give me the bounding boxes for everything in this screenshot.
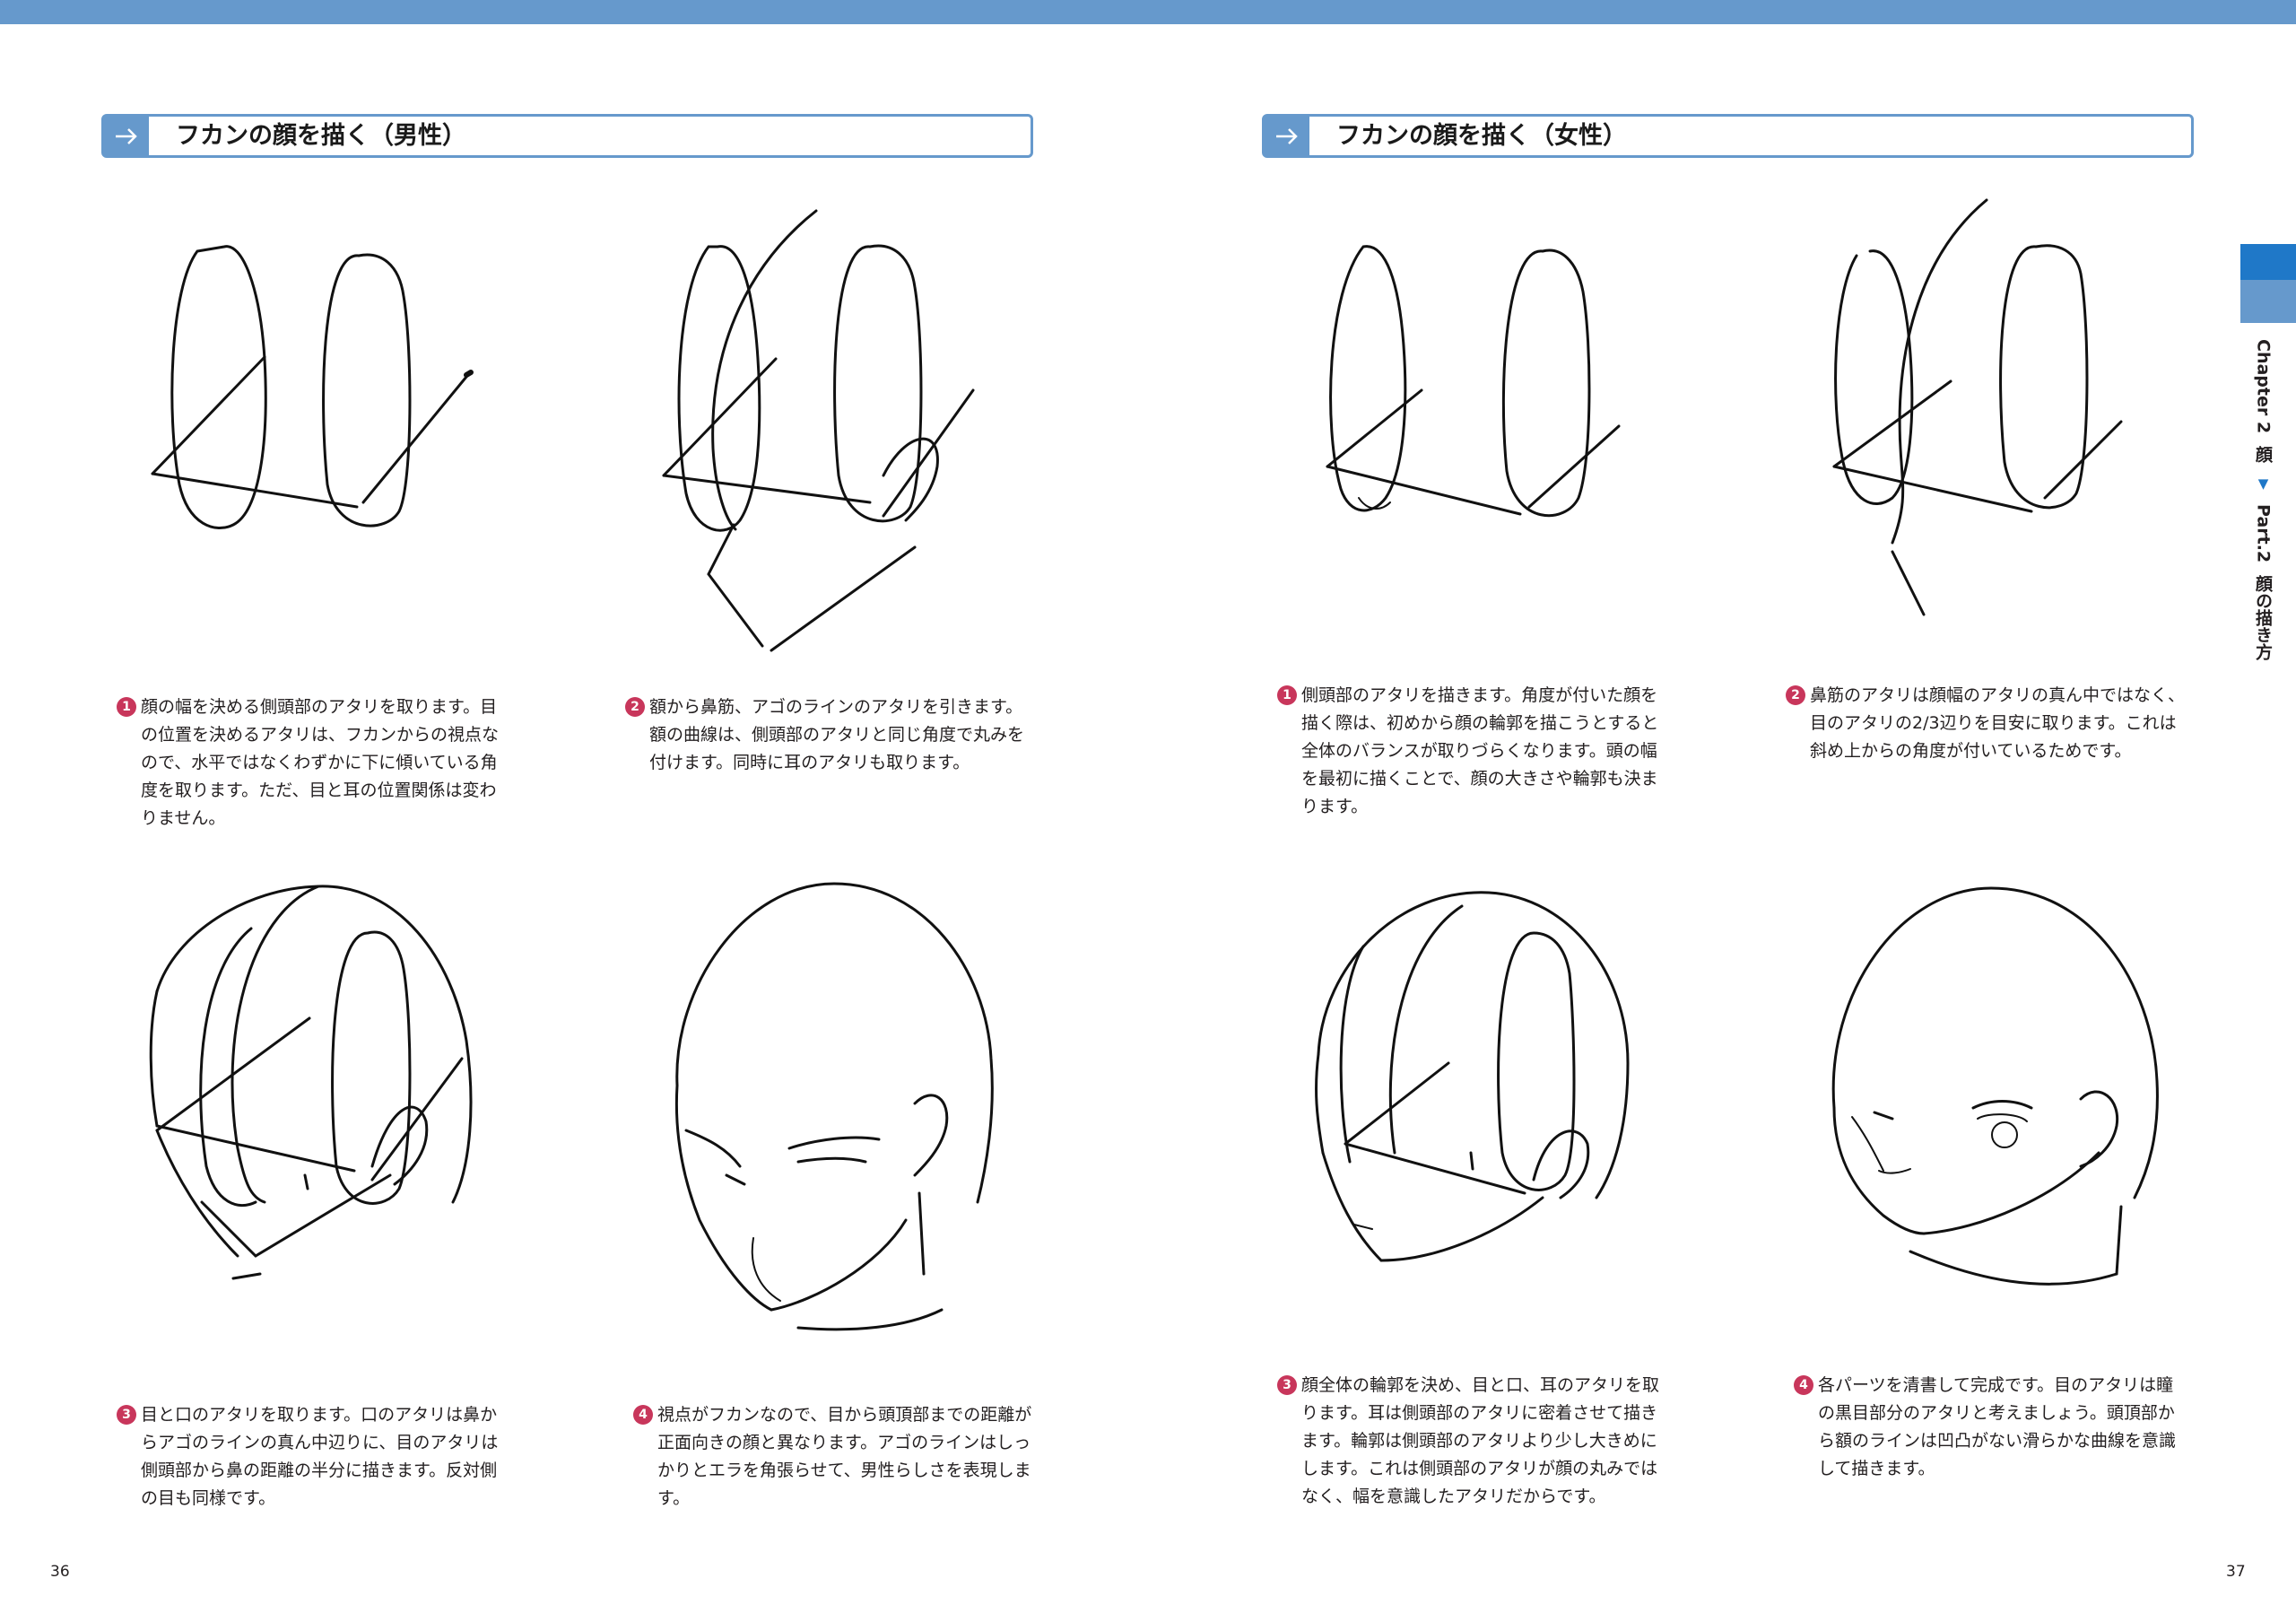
triangle-down-icon: ▼: [2255, 475, 2272, 493]
part-label: Part.2: [2253, 504, 2274, 563]
step-text: 目と口のアタリを取ります。口のアタリは鼻からアゴのラインの真ん中辺りに、目のアタ…: [141, 1405, 499, 1508]
step-number-badge: 4: [633, 1405, 653, 1425]
top-color-bar: [0, 0, 2296, 24]
step-caption: 3 顔全体の輪郭を決め、目と口、耳のアタリを取ります。耳は側頭部のアタリに密着さ…: [1277, 1372, 1672, 1511]
sketch-female-step-2: [1821, 193, 2161, 632]
step-text: 視点がフカンなので、目から頭頂部までの距離が正面向きの顔と異なります。アゴのライ…: [657, 1405, 1032, 1508]
chapter-tab-marker: [2240, 244, 2296, 280]
step-text: 鼻筋のアタリは顔幅のアタリの真ん中ではなく、目のアタリの2/3辺りを目安に取りま…: [1810, 685, 2186, 761]
step-caption: 4 視点がフカンなので、目から頭頂部までの距離が正面向きの顔と異なります。アゴの…: [633, 1401, 1032, 1513]
step-text: 各パーツを清書して完成です。目のアタリは瞳の黒目部分のアタリと考えましょう。頭頂…: [1818, 1375, 2177, 1478]
arrow-right-icon: [1265, 117, 1309, 155]
chapter-tab-marker-light: [2240, 280, 2296, 323]
section-header-male: フカンの顔を描く（男性）: [101, 114, 1033, 158]
step-number-badge: 1: [117, 697, 136, 717]
step-number-badge: 1: [1277, 685, 1297, 705]
section-title: フカンの顔を描く（女性）: [1336, 122, 1627, 150]
step-number-badge: 2: [625, 697, 645, 717]
step-number-badge: 3: [117, 1405, 136, 1425]
sketch-male-step-1: [144, 215, 484, 547]
step-caption: 2 鼻筋のアタリは顔幅のアタリの真ん中ではなく、目のアタリの2/3辺りを目安に取…: [1786, 682, 2189, 765]
step-caption: 4 各パーツを清書して完成です。目のアタリは瞳の黒目部分のアタリと考えましょう。…: [1794, 1372, 2188, 1483]
sketch-male-step-4: [655, 879, 996, 1373]
sketch-male-step-3: [139, 879, 489, 1337]
step-text: 額から鼻筋、アゴのラインのアタリを引きます。額の曲線は、側頭部のアタリと同じ角度…: [649, 697, 1025, 772]
chapter-label: Chapter 2: [2253, 339, 2274, 434]
page-number: 36: [50, 1563, 70, 1581]
chapter-name: 顔: [2253, 446, 2273, 464]
step-text: 顔全体の輪郭を決め、目と口、耳のアタリを取ります。耳は側頭部のアタリに密着させて…: [1301, 1375, 1660, 1506]
section-title: フカンの顔を描く（男性）: [176, 122, 466, 150]
step-caption: 1 顔の幅を決める側頭部のアタリを取ります。目の位置を決めるアタリは、フカンから…: [117, 693, 511, 833]
part-name: 顔の描き方: [2253, 575, 2273, 661]
step-caption: 1 側頭部のアタリを描きます。角度が付いた顔を描く際は、初めから顔の輪郭を描こう…: [1277, 682, 1672, 821]
step-caption: 3 目と口のアタリを取ります。口のアタリは鼻からアゴのラインの真ん中辺りに、目の…: [117, 1401, 511, 1513]
step-text: 顔の幅を決める側頭部のアタリを取ります。目の位置を決めるアタリは、フカンからの視…: [141, 697, 500, 828]
step-number-badge: 2: [1786, 685, 1805, 705]
step-number-badge: 4: [1794, 1375, 1813, 1395]
sketch-female-step-3: [1300, 884, 1641, 1296]
sketch-female-step-1: [1309, 229, 1641, 534]
chapter-breadcrumb: Chapter 2 顔 ▼ Part.2 顔の描き方: [2251, 339, 2275, 660]
sketch-male-step-2: [655, 206, 996, 664]
step-number-badge: 3: [1277, 1375, 1297, 1395]
step-text: 側頭部のアタリを描きます。角度が付いた顔を描く際は、初めから顔の輪郭を描こうとす…: [1301, 685, 1659, 816]
section-header-female: フカンの顔を描く（女性）: [1262, 114, 2194, 158]
step-caption: 2 額から鼻筋、アゴのラインのアタリを引きます。額の曲線は、側頭部のアタリと同じ…: [625, 693, 1024, 777]
sketch-female-step-4: [1812, 884, 2170, 1323]
page-number: 37: [2226, 1563, 2246, 1581]
arrow-right-icon: [104, 117, 149, 155]
